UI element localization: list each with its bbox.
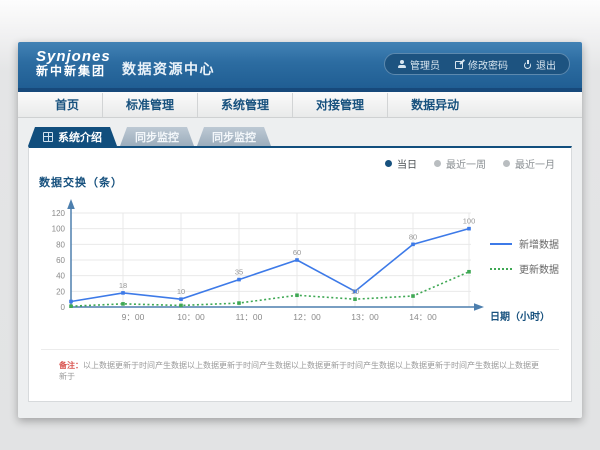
radio-dot: [385, 160, 392, 167]
svg-text:100: 100: [52, 225, 66, 234]
svg-text:20: 20: [56, 287, 65, 296]
admin-user-label: 管理员: [410, 57, 440, 72]
legend-item-updated-data: 更新数据: [490, 261, 559, 276]
radio-last-week[interactable]: 最近一周: [434, 156, 486, 171]
logo-company-name: 新中新集团: [36, 65, 111, 79]
time-range-filter: 当日 最近一周 最近一月: [385, 156, 555, 171]
svg-text:60: 60: [293, 248, 301, 257]
company-logo[interactable]: Synjones 新中新集团: [36, 48, 111, 79]
legend-label: 更新数据: [519, 261, 559, 276]
svg-text:13：00: 13：00: [351, 312, 379, 322]
main-nav: 首页 标准管理 系统管理 对接管理 数据异动: [18, 92, 582, 118]
svg-text:14：00: 14：00: [409, 312, 437, 322]
svg-text:18: 18: [119, 281, 127, 290]
tab-sync-monitor-2[interactable]: 同步监控: [197, 127, 271, 146]
footer-note: 备注：以上数据更新于时间产生数据以上数据更新于时间产生数据以上数据更新于时间产生…: [41, 349, 559, 382]
logo-brand-text: Synjones: [36, 48, 111, 65]
nav-item-system-mgmt[interactable]: 系统管理: [197, 93, 292, 117]
tab-sync-monitor-1[interactable]: 同步监控: [120, 127, 194, 146]
nav-item-integration-mgmt[interactable]: 对接管理: [292, 93, 387, 117]
svg-text:10: 10: [351, 287, 359, 296]
legend-label: 新增数据: [519, 236, 559, 251]
svg-text:40: 40: [56, 272, 65, 281]
svg-text:11：00: 11：00: [236, 312, 263, 322]
logout-button[interactable]: 退出: [523, 57, 556, 72]
content-area: 系统介绍 同步监控 同步监控 当日 最近一周: [18, 118, 582, 418]
svg-text:12：00: 12：00: [293, 312, 321, 322]
tab-label: 同步监控: [135, 129, 179, 145]
admin-user-button[interactable]: 管理员: [398, 57, 440, 72]
nav-item-standard-mgmt[interactable]: 标准管理: [102, 93, 197, 117]
radio-dot: [434, 160, 441, 167]
app-header: Synjones 新中新集团 数据资源中心 管理员 修改密码 退出: [18, 42, 582, 88]
user-toolbar: 管理员 修改密码 退出: [384, 53, 570, 75]
chart-legend: 新增数据 更新数据: [490, 236, 559, 276]
nav-item-home[interactable]: 首页: [32, 93, 102, 117]
svg-text:10: 10: [177, 287, 185, 296]
tab-label: 系统介绍: [58, 129, 102, 145]
chart-panel: 当日 最近一周 最近一月 数据交换（条） 0 20 40 60 80 100 120 9：00…: [28, 146, 572, 402]
radio-last-month[interactable]: 最近一月: [503, 156, 555, 171]
app-window: Synjones 新中新集团 数据资源中心 管理员 修改密码 退出: [18, 42, 582, 418]
radio-label: 最近一月: [515, 156, 555, 171]
y-axis-title: 数据交换（条）: [39, 174, 123, 190]
nav-item-data-changes[interactable]: 数据异动: [387, 93, 482, 117]
tab-system-intro[interactable]: 系统介绍: [28, 127, 117, 146]
user-icon: [398, 60, 406, 68]
svg-text:0: 0: [61, 303, 66, 312]
logout-label: 退出: [536, 57, 556, 72]
radio-label: 当日: [397, 156, 417, 171]
note-prefix: 备注：: [59, 361, 83, 370]
svg-text:100: 100: [463, 217, 476, 226]
note-text: 以上数据更新于时间产生数据以上数据更新于时间产生数据以上数据更新于时间产生数据以…: [59, 361, 539, 381]
change-password-label: 修改密码: [468, 57, 508, 72]
svg-text:60: 60: [56, 256, 65, 265]
tab-label: 同步监控: [212, 129, 256, 145]
svg-text:10：00: 10：00: [177, 312, 205, 322]
legend-item-new-data: 新增数据: [490, 236, 559, 251]
page-title: 数据资源中心: [122, 59, 215, 79]
legend-line-dotted: [490, 268, 512, 270]
svg-text:120: 120: [52, 209, 66, 218]
change-password-button[interactable]: 修改密码: [455, 57, 508, 72]
document-icon: [43, 132, 53, 142]
legend-line-solid: [490, 243, 512, 245]
edit-icon: [455, 60, 464, 69]
tab-bar: 系统介绍 同步监控 同步监控: [28, 127, 271, 146]
power-icon: [523, 60, 532, 69]
svg-text:80: 80: [409, 232, 417, 241]
radio-dot: [503, 160, 510, 167]
svg-text:9：00: 9：00: [122, 312, 145, 322]
radio-today[interactable]: 当日: [385, 156, 417, 171]
svg-text:35: 35: [235, 268, 243, 277]
radio-label: 最近一周: [446, 156, 486, 171]
svg-text:80: 80: [56, 240, 65, 249]
svg-text:日期（小时）: 日期（小时）: [490, 310, 550, 323]
desktop-background: Synjones 新中新集团 数据资源中心 管理员 修改密码 退出: [0, 0, 600, 450]
